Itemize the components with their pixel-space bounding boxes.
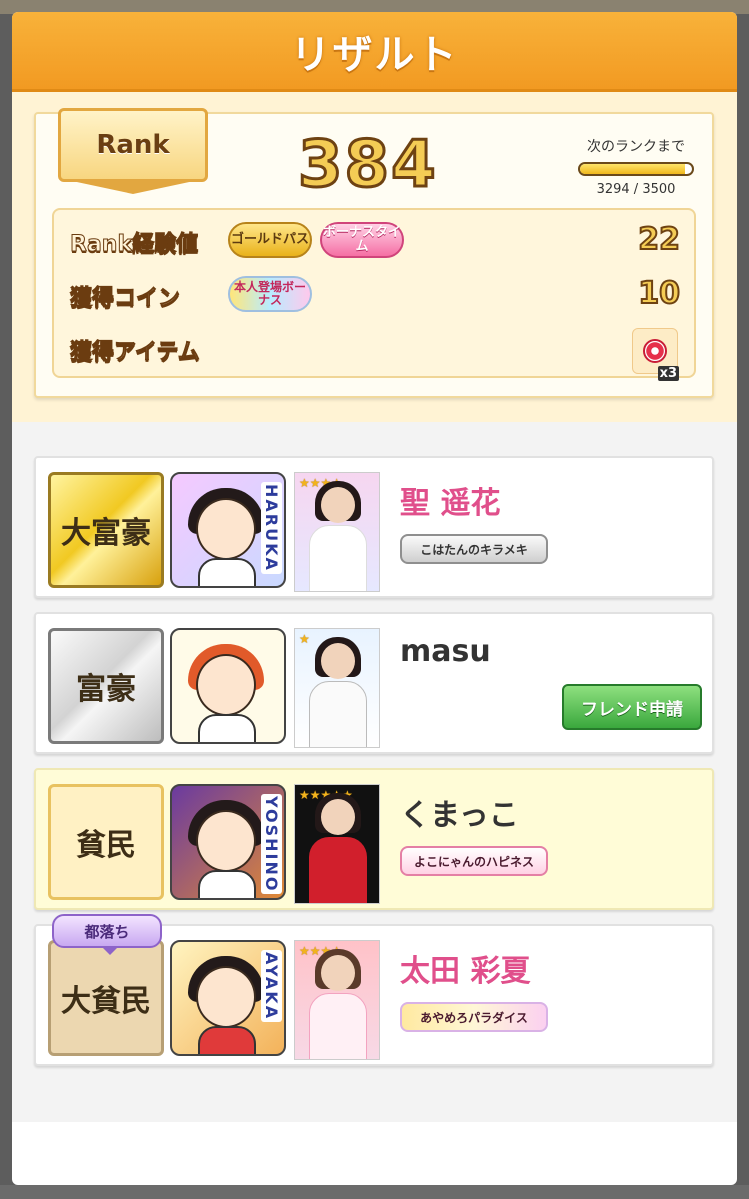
background-bottom xyxy=(0,1185,749,1199)
avatar-name: YOSHINO xyxy=(261,794,282,895)
photo-face xyxy=(321,955,355,991)
next-rank-label: 次のランクまで xyxy=(587,139,685,155)
item-count: x3 xyxy=(657,366,679,381)
photo-face xyxy=(321,799,355,835)
title-badge: 貧民 xyxy=(48,784,164,900)
avatar-body xyxy=(198,1026,256,1054)
player-card[interactable]: 大富豪 HARUKA ★★★★ 聖 遥花 こはたんのキラメキ xyxy=(34,456,714,598)
coin-label: 獲得コイン xyxy=(69,286,181,312)
player-card[interactable]: 富豪 ★ masu フレンド申請 xyxy=(34,612,714,754)
photo-body xyxy=(309,681,367,747)
rank-badge-label: Rank xyxy=(96,130,170,160)
page-title: リザルト xyxy=(290,31,459,78)
stat-row-coin: 獲得コイン 本人登場ボーナス 10 xyxy=(69,274,681,318)
avatar-face xyxy=(196,654,256,716)
player-title-tag: あやめろパラダイス xyxy=(400,1002,548,1032)
player-title-tag: こはたんのキラメキ xyxy=(400,534,548,564)
rank-area: Rank 384 次のランクまで 3294 / 3500 Rank経験値 ゴール… xyxy=(12,92,737,422)
member-photo: ★★★★ xyxy=(294,940,380,1060)
avatar-body xyxy=(198,714,256,742)
stats-box: Rank経験値 ゴールドパス ボーナスタイム 22 獲得コイン 本人登場ボーナス… xyxy=(52,208,696,381)
photo-body xyxy=(309,837,367,903)
avatar-name: HARUKA xyxy=(261,482,282,574)
exp-label: Rank経験値 xyxy=(69,232,199,258)
star-rating-icon: ★ xyxy=(299,632,310,646)
avatar-face xyxy=(196,966,256,1028)
member-photo: ★ xyxy=(294,628,380,748)
avatar-name: AYAKA xyxy=(261,950,282,1023)
self-bonus-badge: 本人登場ボーナス xyxy=(228,276,312,312)
avatar-body xyxy=(198,870,256,898)
title-badge: 富豪 xyxy=(48,628,164,744)
player-name: くまっこ xyxy=(400,798,519,833)
player-name: masu xyxy=(400,634,491,669)
falling-badge: 都落ち xyxy=(52,914,162,955)
avatar xyxy=(170,628,286,744)
member-photo: ★★★★ xyxy=(294,472,380,592)
coin-value: 10 xyxy=(637,275,681,312)
next-rank-bar-fill xyxy=(580,164,686,174)
photo-face xyxy=(321,643,355,679)
next-rank-value: 3294 / 3500 xyxy=(596,182,676,197)
avatar-face xyxy=(196,498,256,560)
photo-body xyxy=(309,525,367,591)
rank-box: Rank 384 次のランクまで 3294 / 3500 Rank経験値 ゴール… xyxy=(34,108,714,398)
avatar-face xyxy=(196,810,256,872)
avatar-body xyxy=(198,558,256,586)
gold-pass-badge: ゴールドパス xyxy=(228,222,312,258)
player-card[interactable]: 貧民 YOSHINO ★★★★★ くまっこ よこにゃんのハピネス xyxy=(34,768,714,910)
item-label: 獲得アイテム xyxy=(70,340,201,366)
bonus-time-badge: ボーナスタイム xyxy=(320,222,404,258)
player-name: 聖 遥花 xyxy=(400,486,501,521)
next-rank-bar xyxy=(578,162,694,176)
title-badge: 大富豪 xyxy=(48,472,164,588)
result-panel: リザルト Rank 384 次のランクまで 3294 / 3500 Rank経験… xyxy=(12,12,737,1185)
player-title-tag: よこにゃんのハピネス xyxy=(400,846,548,876)
friend-request-button[interactable]: フレンド申請 xyxy=(562,684,702,730)
item-icon[interactable]: x3 xyxy=(632,328,679,381)
photo-face xyxy=(321,487,355,523)
avatar: AYAKA xyxy=(170,940,286,1056)
header: リザルト xyxy=(12,12,737,92)
avatar: YOSHINO xyxy=(170,784,286,900)
photo-body xyxy=(309,993,367,1059)
stat-row-exp: Rank経験値 ゴールドパス ボーナスタイム 22 xyxy=(69,220,681,264)
player-name: 太田 彩夏 xyxy=(400,954,531,989)
stat-row-item: 獲得アイテム xyxy=(70,328,680,372)
rank-level: 384 xyxy=(297,127,438,204)
next-rank-progress: 次のランクまで 3294 / 3500 xyxy=(576,136,696,197)
player-card[interactable]: 大貧民 都落ち AYAKA ★★★★ 太田 彩夏 あやめろパラダイス xyxy=(34,914,714,1066)
red-gem-icon xyxy=(643,339,667,363)
title-badge: 大貧民 xyxy=(48,940,164,1056)
member-photo: ★★★★★ xyxy=(294,784,380,904)
avatar: HARUKA xyxy=(170,472,286,588)
exp-value: 22 xyxy=(637,221,681,258)
rank-badge: Rank xyxy=(58,108,208,182)
player-list: 大富豪 HARUKA ★★★★ 聖 遥花 こはたんのキラメキ 富豪 ★ masu… xyxy=(12,422,737,1122)
